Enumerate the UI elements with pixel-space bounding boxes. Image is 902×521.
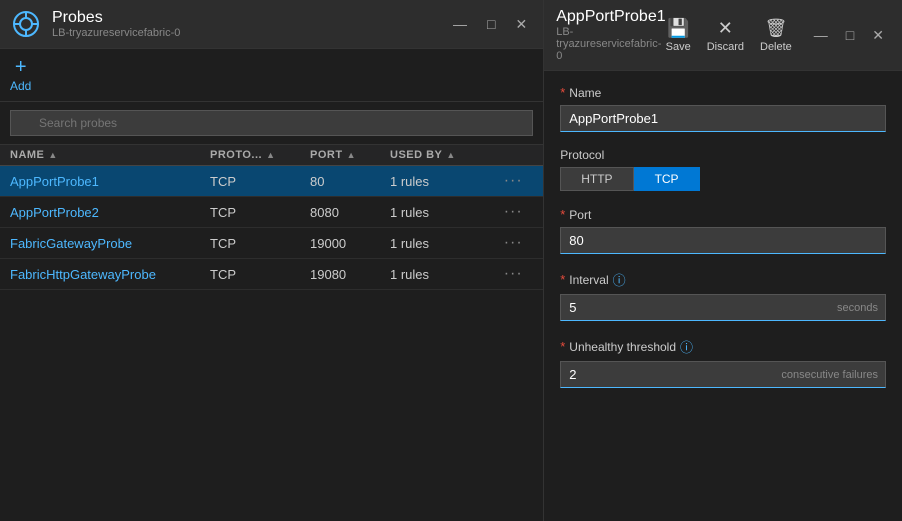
interval-info-icon: ⓘ	[613, 270, 626, 289]
sort-port-icon: ▲	[347, 150, 356, 160]
discard-button[interactable]: ✕ Discard	[707, 18, 744, 53]
row-port: 19000	[310, 236, 390, 251]
name-input[interactable]	[560, 105, 886, 132]
right-panel-title: AppPortProbe1	[556, 8, 665, 26]
row-more-button[interactable]: ···	[493, 234, 533, 252]
row-name: FabricGatewayProbe	[10, 236, 210, 251]
unhealthy-info-icon: ⓘ	[680, 337, 693, 356]
probes-icon	[10, 8, 42, 40]
unhealthy-threshold-field-group: * Unhealthy threshold ⓘ consecutive fail…	[560, 337, 886, 388]
port-field-group: * Port	[560, 207, 886, 254]
sort-proto-icon: ▲	[266, 150, 275, 160]
save-button[interactable]: 💾 Save	[666, 18, 691, 53]
port-input[interactable]	[560, 227, 886, 254]
table-row[interactable]: AppPortProbe1 TCP 80 1 rules ···	[0, 166, 543, 197]
row-port: 80	[310, 174, 390, 189]
interval-suffix: seconds	[837, 302, 878, 314]
discard-icon: ✕	[718, 18, 733, 39]
right-panel: AppPortProbe1 LB-tryazureservicefabric-0…	[544, 0, 902, 521]
row-name: AppPortProbe1	[10, 174, 210, 189]
row-more-button[interactable]: ···	[493, 203, 533, 221]
add-probe-button[interactable]: + Add	[10, 57, 31, 93]
row-used-by: 1 rules	[390, 236, 493, 251]
port-label: Port	[569, 208, 591, 222]
name-field-group: * Name	[560, 85, 886, 132]
save-label: Save	[666, 41, 691, 53]
col-used-by[interactable]: USED BY ▲	[390, 149, 493, 161]
col-port[interactable]: PORT ▲	[310, 149, 390, 161]
name-label: Name	[569, 86, 601, 100]
interval-field-group: * Interval ⓘ seconds	[560, 270, 886, 321]
right-window-controls: — □ ✕	[808, 25, 890, 46]
row-used-by: 1 rules	[390, 174, 493, 189]
row-used-by: 1 rules	[390, 205, 493, 220]
name-required-star: *	[560, 85, 565, 100]
left-panel: Probes LB-tryazureservicefabric-0 — □ ✕ …	[0, 0, 544, 521]
search-input[interactable]	[10, 110, 533, 136]
row-name: FabricHttpGatewayProbe	[10, 267, 210, 282]
unhealthy-required-star: *	[560, 339, 565, 354]
protocol-field-group: Protocol HTTP TCP	[560, 148, 886, 191]
left-toolbar: + Add	[0, 49, 543, 102]
row-more-button[interactable]: ···	[493, 172, 533, 190]
unhealthy-suffix: consecutive failures	[781, 369, 878, 381]
right-form-content: * Name Protocol HTTP TCP * Port	[544, 71, 902, 521]
table-row[interactable]: FabricGatewayProbe TCP 19000 1 rules ···	[0, 228, 543, 259]
col-actions	[493, 149, 533, 161]
minimize-button[interactable]: —	[447, 14, 473, 35]
close-button[interactable]: ✕	[509, 14, 533, 35]
unhealthy-threshold-label: Unhealthy threshold	[569, 340, 676, 354]
delete-label: Delete	[760, 41, 792, 53]
search-bar: 🔍	[0, 102, 543, 145]
right-titlebar: AppPortProbe1 LB-tryazureservicefabric-0…	[544, 0, 902, 71]
discard-label: Discard	[707, 41, 744, 53]
save-icon: 💾	[667, 18, 689, 39]
delete-icon: 🗑	[764, 18, 787, 39]
table-row[interactable]: AppPortProbe2 TCP 8080 1 rules ···	[0, 197, 543, 228]
protocol-label: Protocol	[560, 148, 604, 162]
right-minimize-button[interactable]: —	[808, 25, 834, 46]
sort-usedby-icon: ▲	[446, 150, 455, 160]
col-proto[interactable]: PROTO... ▲	[210, 149, 310, 161]
table-header: NAME ▲ PROTO... ▲ PORT ▲ USED BY ▲	[0, 145, 543, 166]
col-name[interactable]: NAME ▲	[10, 149, 210, 161]
row-proto: TCP	[210, 174, 310, 189]
right-maximize-button[interactable]: □	[840, 25, 860, 46]
interval-required-star: *	[560, 272, 565, 287]
row-proto: TCP	[210, 205, 310, 220]
interval-label: Interval	[569, 273, 608, 287]
left-window-controls: — □ ✕	[447, 14, 533, 35]
add-label: Add	[10, 79, 31, 93]
left-panel-title: Probes	[52, 9, 180, 27]
row-name: AppPortProbe2	[10, 205, 210, 220]
right-close-button[interactable]: ✕	[866, 25, 890, 46]
port-required-star: *	[560, 207, 565, 222]
left-titlebar: Probes LB-tryazureservicefabric-0 — □ ✕	[0, 0, 543, 49]
row-used-by: 1 rules	[390, 267, 493, 282]
left-panel-subtitle: LB-tryazureservicefabric-0	[52, 27, 180, 39]
sort-name-icon: ▲	[48, 150, 57, 160]
maximize-button[interactable]: □	[481, 14, 501, 35]
http-protocol-button[interactable]: HTTP	[560, 167, 633, 191]
protocol-toggle: HTTP TCP	[560, 167, 886, 191]
table-body: AppPortProbe1 TCP 80 1 rules ··· AppPort…	[0, 166, 543, 521]
tcp-protocol-button[interactable]: TCP	[634, 167, 700, 191]
delete-button[interactable]: 🗑 Delete	[760, 18, 792, 53]
row-port: 19080	[310, 267, 390, 282]
row-port: 8080	[310, 205, 390, 220]
right-toolbar: 💾 Save ✕ Discard 🗑 Delete	[666, 18, 792, 53]
row-proto: TCP	[210, 236, 310, 251]
right-panel-subtitle: LB-tryazureservicefabric-0	[556, 26, 665, 62]
row-more-button[interactable]: ···	[493, 265, 533, 283]
table-row[interactable]: FabricHttpGatewayProbe TCP 19080 1 rules…	[0, 259, 543, 290]
plus-icon: +	[15, 57, 27, 77]
row-proto: TCP	[210, 267, 310, 282]
